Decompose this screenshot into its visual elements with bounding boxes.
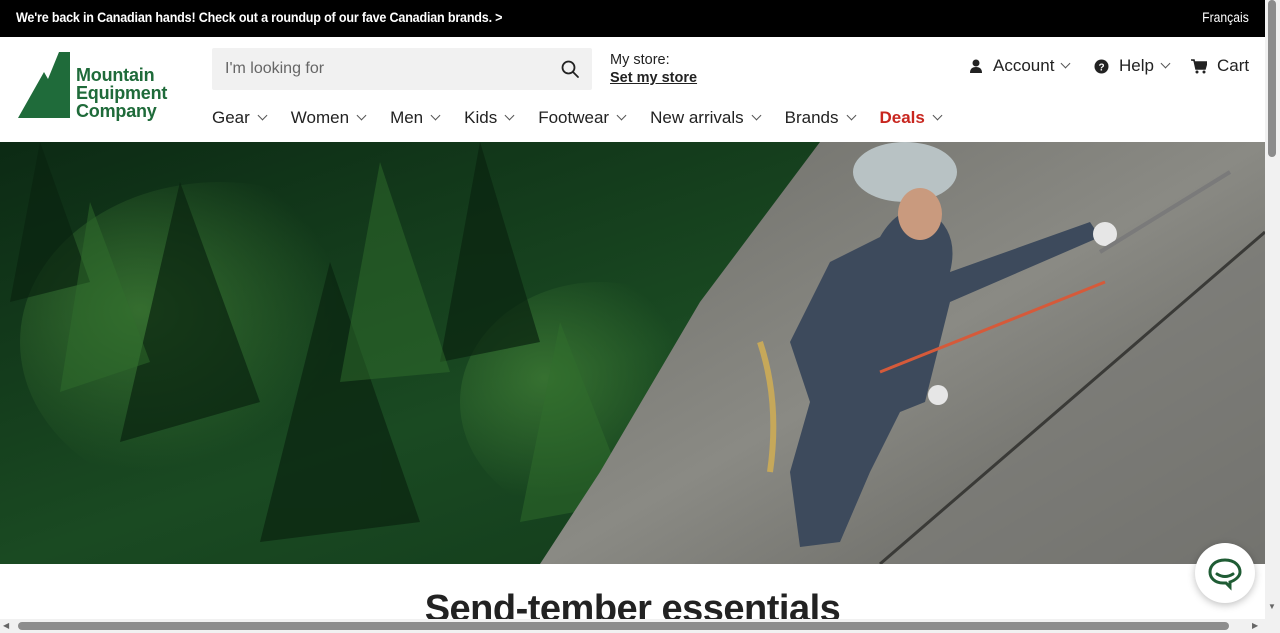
cart-label: Cart [1217,56,1250,75]
announcement-bar: We're back in Canadian hands! Check out … [0,0,1265,37]
help-menu[interactable]: ? Help [1094,56,1171,76]
set-store-link[interactable]: Set my store [610,69,697,87]
chat-button[interactable] [1195,543,1255,603]
nav-item-women[interactable]: Women [290,107,367,129]
nav-item-brands[interactable]: Brands [784,107,856,129]
main-nav: Gear Women Men Kids Footwear New arrival… [212,107,966,129]
user-icon [970,59,982,73]
mountain-logo-icon [18,52,70,118]
chevron-down-icon [257,110,268,121]
logo-wordmark: Mountain Equipment Company [76,66,167,120]
scroll-right-arrow-icon[interactable]: ▶ [1252,621,1258,630]
search-icon[interactable] [560,59,580,79]
chat-icon [1208,558,1242,591]
horizontal-scrollbar[interactable]: ◀ ▶ [0,619,1265,633]
logo-line-3: Company [76,101,157,121]
nav-item-men[interactable]: Men [390,107,441,129]
site-header: Mountain Equipment Company My store: Set… [0,37,1265,142]
nav-item-gear[interactable]: Gear [212,107,268,129]
announcement-link[interactable]: We're back in Canadian hands! Check out … [16,10,503,25]
logo-line-2: Equipment [76,83,168,103]
help-icon: ? [1094,59,1109,73]
hero-banner[interactable] [0,142,1265,564]
vertical-scrollbar[interactable]: ▼ [1265,0,1280,633]
chevron-down-icon [1160,58,1171,69]
chevron-down-icon [846,110,856,121]
logo-line-1: Mountain [76,65,155,85]
nav-label: New arrivals [650,108,744,127]
nav-item-footwear[interactable]: Footwear [538,107,627,129]
nav-label: Footwear [538,108,610,127]
nav-label: Kids [464,108,498,127]
account-menu[interactable]: Account [969,56,1071,76]
account-label: Account [993,56,1055,75]
store-label: My store: [610,52,670,68]
cart-icon [1191,58,1207,73]
nav-label: Deals [879,108,925,127]
chevron-down-icon [616,110,627,121]
chevron-down-icon [1060,58,1071,69]
nav-item-new-arrivals[interactable]: New arrivals [650,107,762,129]
language-toggle[interactable]: Français [1202,10,1249,25]
nav-label: Men [390,108,424,127]
search-input[interactable] [212,48,552,90]
scroll-left-arrow-icon[interactable]: ◀ [3,621,9,630]
search-bar [212,48,592,90]
vertical-scroll-thumb[interactable] [1268,0,1276,157]
nav-label: Gear [212,108,250,127]
nav-label: Brands [784,108,839,127]
help-label: Help [1119,56,1154,75]
horizontal-scroll-thumb[interactable] [18,622,1229,630]
nav-item-deals[interactable]: Deals [879,107,943,129]
store-selector: My store: Set my store [610,51,697,87]
chevron-down-icon [356,110,367,121]
chevron-down-icon [504,110,515,121]
chevron-down-icon [932,110,943,121]
scroll-down-arrow-icon[interactable]: ▼ [1268,602,1276,611]
nav-label: Women [290,108,350,127]
svg-text:?: ? [1098,62,1104,73]
cart-button[interactable]: Cart [1191,56,1249,76]
chevron-down-icon [751,110,762,121]
chevron-down-icon [430,110,441,121]
nav-item-kids[interactable]: Kids [464,107,515,129]
site-logo[interactable]: Mountain Equipment Company [18,52,183,124]
hero-image [0,142,1265,564]
